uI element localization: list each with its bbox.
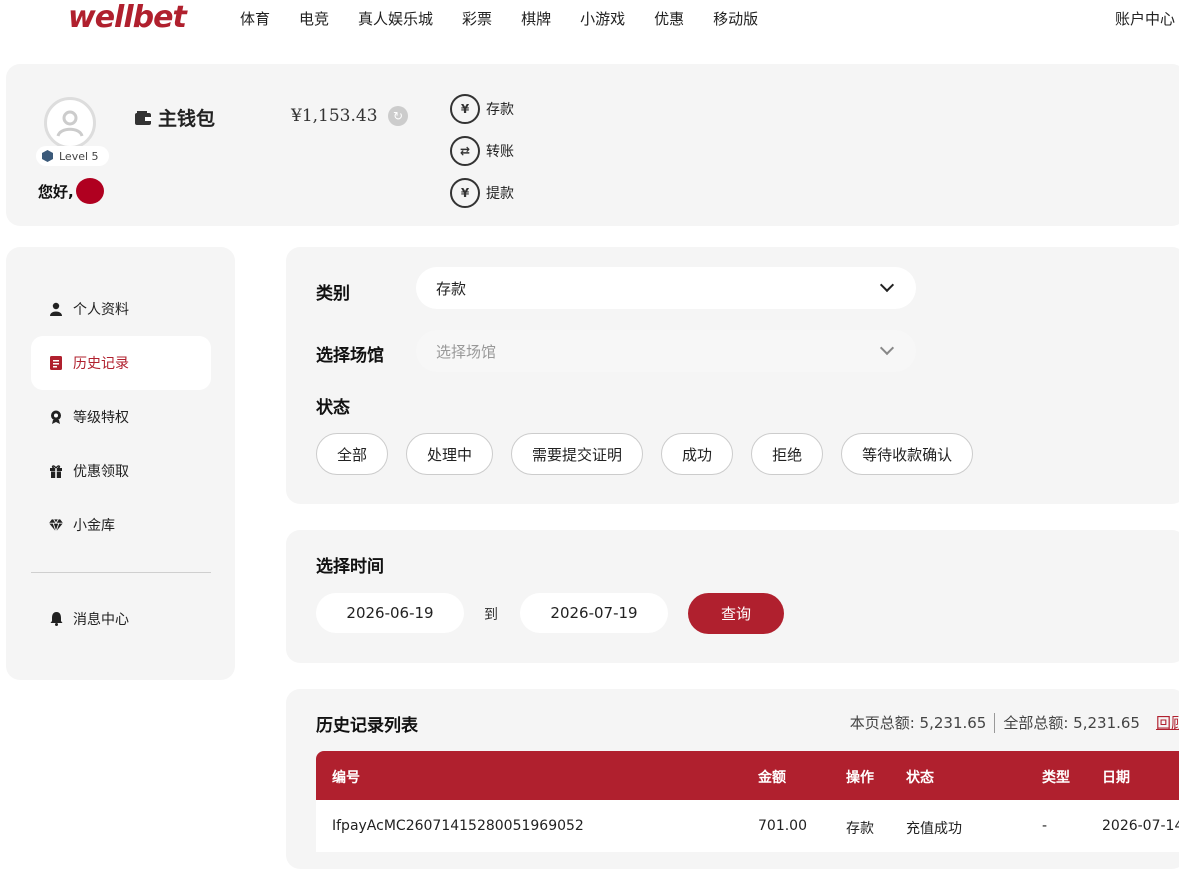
time-label: 选择时间 — [316, 557, 384, 577]
category-select[interactable]: 存款 — [416, 267, 916, 309]
chevron-down-icon — [879, 340, 895, 356]
main-wallet-text: 主钱包 — [158, 108, 216, 130]
wallet-balance: ¥1,153.43 — [291, 106, 378, 126]
query-button[interactable]: 查询 — [688, 593, 784, 634]
page-total: 本页总额: 5,231.65 — [849, 714, 987, 732]
nav-promotions[interactable]: 优惠 — [654, 8, 684, 29]
column-status: 状态 — [906, 770, 934, 786]
redacted-username — [75, 178, 104, 204]
table-header: 编号 金额 操作 状态 类型 日期 — [316, 751, 1179, 800]
cell-amount: 701.00 — [758, 818, 807, 834]
all-total: 全部总额: 5,231.65 — [1003, 714, 1140, 732]
start-date-field[interactable]: 2026-06-19 — [316, 593, 464, 633]
end-date-field[interactable]: 2026-07-19 — [520, 593, 668, 633]
sidebar-item-messages[interactable]: 消息中心 — [31, 592, 211, 646]
status-chip-awaiting-confirmation[interactable]: 等待收款确认 — [841, 433, 974, 475]
sidebar-item-label: 等级特权 — [73, 410, 129, 426]
sidebar-item-profile[interactable]: 个人资料 — [31, 282, 211, 336]
nav-sports[interactable]: 体育 — [240, 8, 270, 29]
review-link[interactable]: 回顾 — [1156, 712, 1179, 733]
withdraw-label: 提款 — [486, 186, 514, 202]
column-amount: 金额 — [758, 770, 786, 786]
venue-label: 选择场馆 — [316, 346, 384, 366]
person-icon — [49, 302, 63, 316]
cell-status: 充值成功 — [906, 821, 962, 837]
status-chips: 全部 处理中 需要提交证明 成功 拒绝 等待收款确认 — [316, 433, 974, 475]
gift-icon — [49, 464, 63, 478]
venue-placeholder: 选择场馆 — [436, 342, 497, 361]
transfer-icon: ⇄ — [450, 136, 480, 166]
deposit-button[interactable]: ¥ 存款 — [450, 94, 514, 124]
nav-lottery[interactable]: 彩票 — [462, 8, 492, 29]
status-chip-processing[interactable]: 处理中 — [406, 433, 494, 475]
sidebar-item-promotions[interactable]: 优惠领取 — [31, 444, 211, 498]
level-text: Level 5 — [59, 149, 99, 163]
sidebar-item-history[interactable]: 历史记录 — [31, 336, 211, 390]
transfer-label: 转账 — [486, 144, 514, 160]
records-title: 历史记录列表 — [316, 716, 418, 736]
refresh-icon[interactable]: ↻ — [388, 106, 408, 126]
nav-live-casino[interactable]: 真人娱乐城 — [358, 8, 433, 29]
records-panel: 历史记录列表 本页总额: 5,231.65 全部总额: 5,231.65 回顾 … — [286, 689, 1179, 869]
venue-select[interactable]: 选择场馆 — [416, 330, 916, 372]
nav-esports[interactable]: 电竞 — [299, 8, 329, 29]
chevron-down-icon — [879, 277, 895, 293]
column-type: 类型 — [1042, 770, 1070, 786]
withdraw-button[interactable]: ¥ 提款 — [450, 178, 514, 208]
deposit-icon: ¥ — [450, 94, 480, 124]
medal-icon — [49, 410, 63, 424]
nav-mobile[interactable]: 移动版 — [713, 8, 758, 29]
column-id: 编号 — [332, 770, 360, 786]
cell-type: - — [1042, 818, 1048, 834]
greeting-text: 您好, — [38, 182, 74, 201]
account-sidebar: 个人资料 历史记录 等级特权 优惠领取 小金库 消息中心 — [6, 247, 235, 680]
sidebar-item-label: 小金库 — [73, 518, 115, 534]
status-chip-success[interactable]: 成功 — [661, 433, 734, 475]
document-icon — [49, 356, 63, 370]
category-label: 类别 — [316, 284, 350, 304]
status-label: 状态 — [316, 398, 350, 418]
status-chip-all[interactable]: 全部 — [316, 433, 389, 475]
sidebar-item-vip-privileges[interactable]: 等级特权 — [31, 390, 211, 444]
cell-id: IfpayAcMC26071415280051969052 — [332, 818, 584, 834]
cell-operation: 存款 — [846, 821, 874, 837]
time-panel: 选择时间 2026-06-19 到 2026-07-19 查询 — [286, 530, 1179, 663]
nav-chess-cards[interactable]: 棋牌 — [521, 8, 551, 29]
filter-panel: 类别 存款 选择场馆 选择场馆 状态 全部 处理中 需要提交证明 成功 拒绝 等… — [286, 247, 1179, 504]
level-badge: Level 5 — [36, 146, 109, 166]
sidebar-item-label: 历史记录 — [73, 356, 129, 372]
sidebar-item-vault[interactable]: 小金库 — [31, 498, 211, 552]
table-row[interactable]: IfpayAcMC26071415280051969052 701.00 存款 … — [316, 800, 1179, 852]
avatar — [44, 97, 96, 149]
user-icon — [56, 110, 84, 137]
sidebar-item-label: 消息中心 — [73, 612, 129, 628]
main-wallet-label: 主钱包 — [134, 104, 215, 131]
cell-date: 2026-07-14 — [1102, 818, 1179, 834]
column-date: 日期 — [1102, 770, 1130, 786]
transfer-button[interactable]: ⇄ 转账 — [450, 136, 514, 166]
deposit-label: 存款 — [486, 102, 514, 118]
bell-icon — [49, 612, 63, 626]
sidebar-divider — [31, 572, 211, 573]
summary-divider — [994, 712, 996, 733]
wallet-icon — [135, 110, 151, 125]
top-navigation: wellbet 体育 电竞 真人娱乐城 彩票 棋牌 小游戏 优惠 移动版 账户中… — [0, 0, 1179, 40]
status-chip-proof-required[interactable]: 需要提交证明 — [511, 433, 644, 475]
sidebar-item-label: 优惠领取 — [73, 464, 129, 480]
records-summary: 本页总额: 5,231.65 全部总额: 5,231.65 回顾 — [850, 712, 1179, 733]
nav-mini-games[interactable]: 小游戏 — [580, 8, 625, 29]
greeting: 您好, — [38, 178, 104, 204]
column-operation: 操作 — [846, 770, 874, 786]
withdraw-icon: ¥ — [450, 178, 480, 208]
sidebar-item-label: 个人资料 — [73, 302, 129, 318]
date-range-separator: 到 — [484, 607, 498, 623]
category-value: 存款 — [436, 279, 467, 298]
main-nav: 体育 电竞 真人娱乐城 彩票 棋牌 小游戏 优惠 移动版 — [240, 8, 787, 29]
wallet-card: Level 5 您好, 主钱包 ¥1,153.43 ↻ ¥ 存款 ⇄ 转账 ¥ … — [6, 64, 1179, 226]
account-center-link[interactable]: 账户中心 — [1115, 8, 1175, 29]
wellbet-logo[interactable]: wellbet — [68, 0, 187, 35]
diamond-icon — [49, 518, 63, 532]
level-gem-icon — [42, 150, 53, 162]
status-chip-rejected[interactable]: 拒绝 — [751, 433, 824, 475]
